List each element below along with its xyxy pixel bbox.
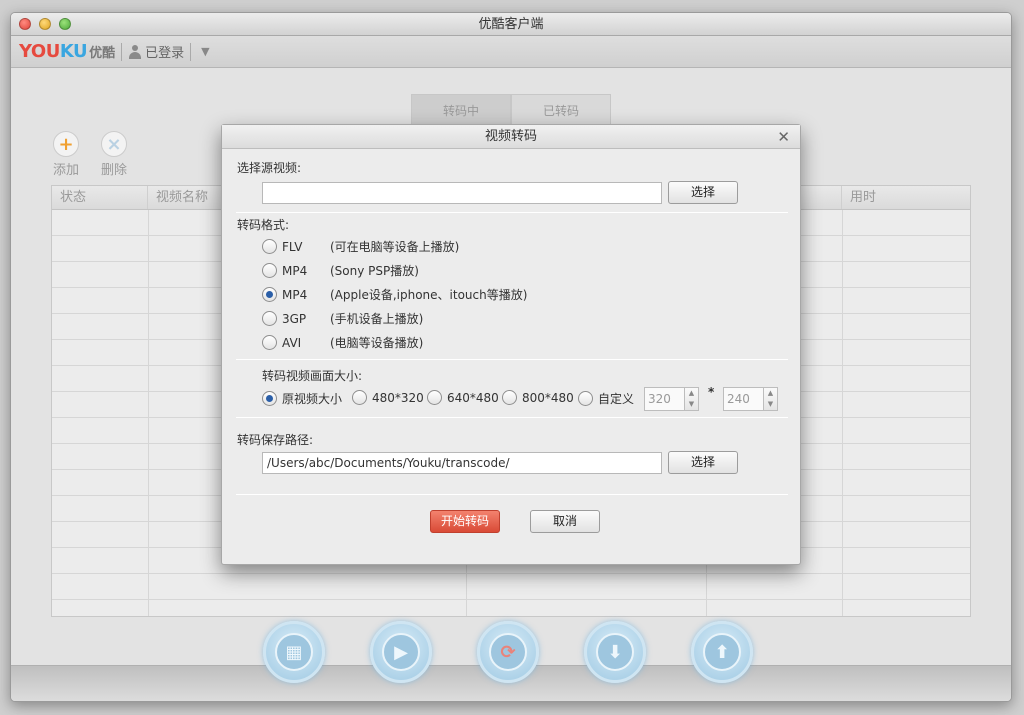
delete-icon: × [101, 131, 127, 157]
format-option-mp4-psp[interactable]: MP4 (Sony PSP播放) [262, 262, 419, 279]
dialog-title: 视频转码 [484, 129, 537, 144]
divider [236, 417, 788, 418]
dialog-title-bar: 视频转码 ✕ [222, 125, 800, 149]
source-video-input[interactable] [262, 182, 662, 204]
choose-source-button[interactable]: 选择 [668, 181, 738, 204]
add-button[interactable]: + 添加 [51, 131, 81, 178]
film-icon: ▦ [275, 633, 313, 671]
user-icon[interactable] [128, 44, 142, 59]
transcode-button[interactable]: ⟳ [477, 621, 539, 683]
start-transcode-button[interactable]: 开始转码 [430, 510, 500, 533]
youku-logo: YOUKU [19, 41, 88, 62]
stepper-arrows[interactable]: ▲ ▼ [764, 387, 778, 411]
radio-button[interactable] [262, 335, 277, 350]
radio-button[interactable] [262, 263, 277, 278]
menu-dropdown-icon[interactable]: ▼ [201, 45, 209, 58]
delete-label: 删除 [100, 163, 127, 178]
stepper-arrows[interactable]: ▲ ▼ [685, 387, 699, 411]
column-status[interactable]: 状态 [52, 186, 148, 209]
stepper-down-icon: ▼ [767, 400, 774, 408]
plus-icon: + [53, 131, 79, 157]
playlist-button[interactable]: ▶ [370, 621, 432, 683]
column-elapsed[interactable]: 用时 [842, 186, 970, 209]
download-button[interactable]: ⬇ [584, 621, 646, 683]
delete-button[interactable]: × 删除 [99, 131, 129, 178]
size-option-640x480[interactable]: 640*480 [427, 390, 499, 405]
youku-logo-text: 优酷 [89, 46, 116, 61]
window-title: 优酷客户端 [478, 17, 544, 32]
custom-width-value[interactable]: 320 [644, 387, 685, 411]
save-path-label: 转码保存路径: [237, 433, 314, 447]
size-option-original[interactable]: 原视频大小 [262, 390, 342, 407]
format-option-3gp[interactable]: 3GP (手机设备上播放) [262, 310, 423, 327]
app-toolbar: YOUKU 优酷 已登录 ▼ [11, 36, 1011, 68]
close-window-button[interactable] [19, 18, 31, 30]
download-icon: ⬇ [596, 633, 634, 671]
title-bar: 优酷客户端 [11, 13, 1011, 36]
radio-button[interactable] [262, 311, 277, 326]
size-option-800x480[interactable]: 800*480 [502, 390, 574, 405]
custom-width-stepper[interactable]: 320 ▲ ▼ [644, 387, 699, 411]
toolbar-divider [121, 42, 123, 61]
dimension-separator: * [708, 385, 715, 399]
upload-icon: ⬆ [703, 633, 741, 671]
size-option-480x320[interactable]: 480*320 [352, 390, 424, 405]
size-option-custom[interactable]: 自定义 [578, 390, 634, 407]
save-path-input[interactable]: /Users/abc/Documents/Youku/transcode/ [262, 452, 662, 474]
divider [236, 212, 788, 213]
playlist-icon: ▶ [382, 633, 420, 671]
divider [236, 494, 788, 495]
transcode-dialog: 视频转码 ✕ 选择源视频: 选择 转码格式: FLV (可在电脑等设备上播放) … [221, 124, 801, 565]
radio-button[interactable] [262, 239, 277, 254]
radio-button-checked[interactable] [262, 391, 277, 406]
refresh-icon: ⟳ [489, 633, 527, 671]
format-option-flv[interactable]: FLV (可在电脑等设备上播放) [262, 238, 459, 255]
dock-buttons: ▦ ▶ ⟳ ⬇ ⬆ [263, 621, 753, 683]
source-video-label: 选择源视频: [237, 161, 302, 175]
stepper-up-icon: ▲ [688, 389, 695, 397]
divider [236, 359, 788, 360]
radio-button[interactable] [578, 391, 593, 406]
stepper-up-icon: ▲ [767, 389, 774, 397]
add-label: 添加 [52, 163, 79, 178]
stepper-down-icon: ▼ [688, 400, 695, 408]
upload-button[interactable]: ⬆ [691, 621, 753, 683]
window-controls [19, 18, 71, 30]
tab-transcoding[interactable]: 转码中 [411, 94, 511, 126]
format-option-mp4-apple[interactable]: MP4 (Apple设备,iphone、itouch等播放) [262, 286, 527, 303]
radio-button-checked[interactable] [262, 287, 277, 302]
frame-size-label: 转码视频画面大小: [262, 369, 363, 383]
transcode-tabs: 转码中 已转码 [411, 94, 611, 126]
cancel-button[interactable]: 取消 [530, 510, 600, 533]
login-status[interactable]: 已登录 [145, 42, 184, 61]
choose-path-button[interactable]: 选择 [668, 451, 738, 474]
action-bar: + 添加 × 删除 [51, 131, 129, 178]
radio-button[interactable] [352, 390, 367, 405]
zoom-window-button[interactable] [59, 18, 71, 30]
tab-transcoded[interactable]: 已转码 [511, 94, 611, 126]
custom-height-value[interactable]: 240 [723, 387, 764, 411]
format-label: 转码格式: [237, 218, 290, 232]
radio-button[interactable] [427, 390, 442, 405]
minimize-window-button[interactable] [39, 18, 51, 30]
format-option-avi[interactable]: AVI (电脑等设备播放) [262, 334, 423, 351]
close-icon[interactable]: ✕ [777, 125, 790, 149]
radio-button[interactable] [502, 390, 517, 405]
custom-height-stepper[interactable]: 240 ▲ ▼ [723, 387, 778, 411]
toolbar-divider [190, 42, 192, 61]
video-library-button[interactable]: ▦ [263, 621, 325, 683]
